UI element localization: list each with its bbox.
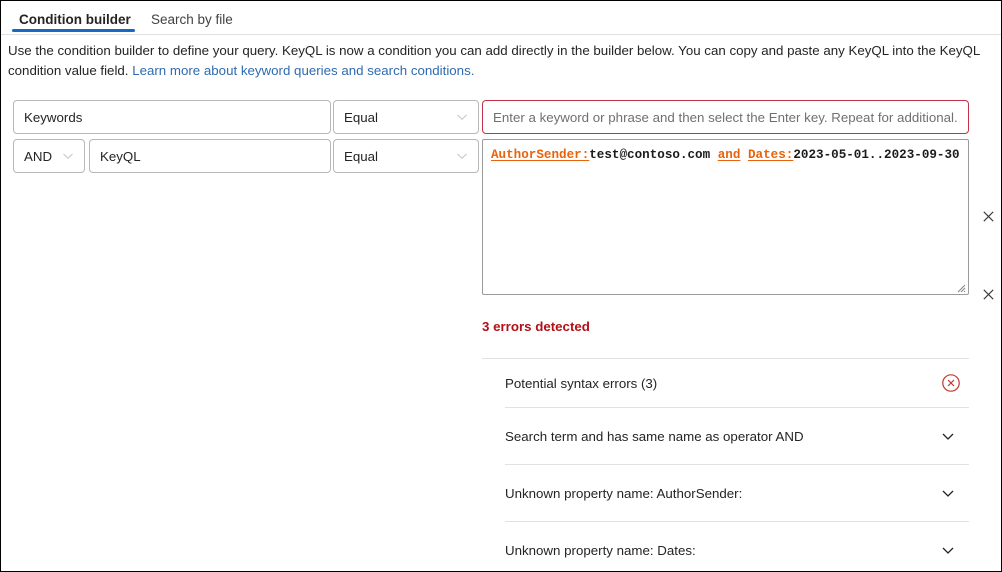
keyql-query-text: AuthorSender:test@contoso.com and Dates:…: [491, 146, 960, 164]
operator-value-keyql: Equal: [344, 148, 379, 164]
keyql-token: 2023-05-01..2023-09-30: [793, 148, 960, 162]
tab-search-by-file[interactable]: Search by file: [141, 5, 243, 34]
tab-bar: Condition builder Search by file: [1, 1, 1001, 35]
error-item[interactable]: Search term and has same name as operato…: [482, 408, 969, 464]
error-message: Search term and has same name as operato…: [505, 428, 804, 444]
conjunction-select-and[interactable]: AND: [13, 139, 85, 173]
keyql-error-token: Dates:: [747, 148, 794, 162]
keyql-token: [740, 148, 748, 162]
field-value-keywords: Keywords: [24, 109, 83, 125]
remove-condition-keywords-button[interactable]: [977, 205, 999, 227]
keyword-value-input[interactable]: [482, 100, 969, 134]
error-item[interactable]: Unknown property name: AuthorSender:: [482, 465, 969, 521]
syntax-errors-panel: Potential syntax errors (3) Search term …: [482, 358, 969, 571]
operator-value-keywords: Equal: [344, 109, 379, 125]
operator-select-keyql[interactable]: Equal: [333, 139, 479, 173]
chevron-down-icon: [456, 150, 468, 162]
chevron-down-icon[interactable]: [940, 542, 956, 558]
field-value-keyql: KeyQL: [100, 148, 141, 164]
operator-select-keywords[interactable]: Equal: [333, 100, 479, 134]
active-tab-indicator: [12, 29, 135, 32]
error-message: Unknown property name: Dates:: [505, 542, 696, 558]
keyql-token: test@contoso.com: [589, 148, 718, 162]
resize-handle-icon[interactable]: [954, 280, 966, 293]
field-input-keywords[interactable]: Keywords: [13, 100, 331, 134]
keyql-error-token: AuthorSender:: [491, 148, 590, 162]
condition-builder-page: Condition builder Search by file Use the…: [0, 0, 1002, 572]
condition-row-keywords: Keywords Equal: [1, 100, 1001, 222]
circle-x-icon[interactable]: [941, 373, 961, 393]
syntax-errors-header: Potential syntax errors (3): [482, 359, 969, 407]
field-input-keyql[interactable]: KeyQL: [89, 139, 331, 173]
syntax-errors-title: Potential syntax errors (3): [505, 375, 658, 391]
errors-detected-label: 3 errors detected: [482, 319, 590, 334]
chevron-down-icon[interactable]: [940, 485, 956, 501]
learn-more-link[interactable]: Learn more about keyword queries and sea…: [132, 63, 474, 78]
error-item[interactable]: Unknown property name: Dates:: [482, 522, 969, 571]
keyql-error-token: and: [717, 148, 741, 162]
remove-condition-keyql-button[interactable]: [977, 283, 999, 305]
chevron-down-icon[interactable]: [940, 428, 956, 444]
chevron-down-icon: [456, 111, 468, 123]
description-text: Use the condition builder to define your…: [8, 41, 996, 81]
error-message: Unknown property name: AuthorSender:: [505, 485, 743, 501]
chevron-down-icon: [62, 150, 74, 162]
keyql-value-textarea[interactable]: AuthorSender:test@contoso.com and Dates:…: [482, 139, 969, 295]
conjunction-value: AND: [24, 148, 53, 164]
